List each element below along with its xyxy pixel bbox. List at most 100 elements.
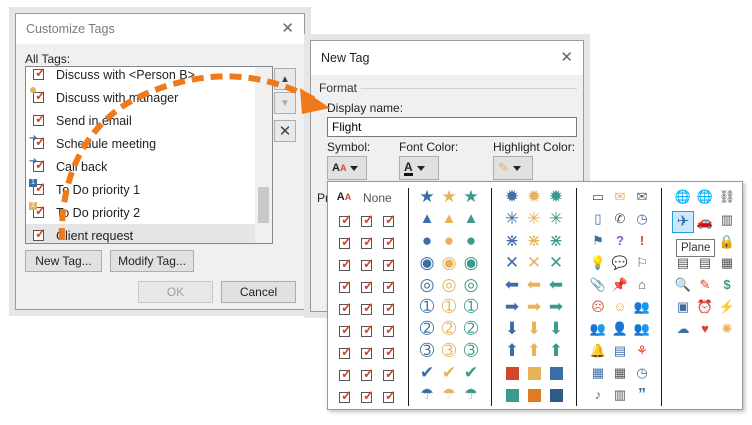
scrollbar-thumb[interactable]: [258, 187, 269, 223]
checkmark-icon[interactable]: ✔: [418, 364, 436, 382]
link-icon[interactable]: ⛓: [718, 188, 736, 206]
ring-icon[interactable]: ◉: [440, 254, 458, 272]
x-mark-icon[interactable]: ✕: [503, 254, 521, 272]
search-doc-icon[interactable]: 🔍: [674, 276, 692, 294]
number-1-icon[interactable]: ➀: [418, 298, 436, 316]
tag-item-priority-1[interactable]: ✓ 1 To Do priority 1: [26, 178, 256, 201]
number-2-icon[interactable]: ➁: [440, 320, 458, 338]
font-check-icon[interactable]: ✓: [379, 387, 397, 405]
flag-check-icon[interactable]: ✓: [335, 255, 353, 273]
ring-icon[interactable]: ◉: [418, 254, 436, 272]
number-2-icon[interactable]: ➁: [462, 320, 480, 338]
number-3-icon[interactable]: ➂: [462, 342, 480, 360]
number-2-icon[interactable]: ➁: [418, 320, 436, 338]
star-icon[interactable]: ★: [440, 188, 458, 206]
note-check-icon[interactable]: ✓: [335, 277, 353, 295]
triangle-icon[interactable]: ▲: [418, 210, 436, 228]
priority3-check-icon[interactable]: ✓: [335, 365, 353, 383]
person-alert-icon[interactable]: 👤: [611, 320, 629, 338]
spark-icon[interactable]: ✳: [547, 210, 565, 228]
check-icon[interactable]: ✓: [357, 211, 375, 229]
window-icon[interactable]: ▣: [674, 298, 692, 316]
pushpin-icon[interactable]: 📌: [611, 276, 629, 294]
number-1-icon[interactable]: ➀: [440, 298, 458, 316]
flag-icon[interactable]: ⚑: [589, 232, 607, 250]
music-note-icon[interactable]: ♪: [589, 386, 607, 404]
note-check-icon[interactable]: ✓: [357, 277, 375, 295]
house-icon[interactable]: ⌂: [633, 276, 651, 294]
tag-item-schedule-meeting[interactable]: ✓ ➔ Schedule meeting: [26, 132, 256, 155]
sunburst-icon[interactable]: ✹: [503, 188, 521, 206]
arrow-right-icon[interactable]: ➡: [503, 298, 521, 316]
arrow-left-icon[interactable]: ⬅: [525, 276, 543, 294]
star-check-icon[interactable]: ✓: [357, 233, 375, 251]
priority2-check-icon[interactable]: ✓: [335, 343, 353, 361]
font-symbol-icon[interactable]: AA: [335, 188, 353, 206]
arrow-right-icon[interactable]: ➡: [547, 298, 565, 316]
flag-check-icon[interactable]: ✓: [379, 255, 397, 273]
globe-icon[interactable]: 🌐: [674, 188, 692, 206]
question-icon[interactable]: ?: [611, 232, 629, 250]
film-icon[interactable]: ▥: [611, 386, 629, 404]
delete-tag-button[interactable]: ✕: [274, 120, 296, 142]
square-orange-icon[interactable]: [525, 386, 543, 404]
phone-clock-icon[interactable]: ◷: [633, 210, 651, 228]
new-tag-button[interactable]: New Tag...: [25, 250, 102, 272]
spark-icon[interactable]: ✳: [503, 210, 521, 228]
customize-close-icon[interactable]: ✕: [281, 21, 294, 36]
cross-arrows-icon[interactable]: ⋇: [503, 232, 521, 250]
people-icon[interactable]: 👥: [633, 298, 651, 316]
priority2-check-icon[interactable]: ✓: [357, 343, 375, 361]
number-1-icon[interactable]: ➀: [462, 298, 480, 316]
calendar-icon[interactable]: ▦: [589, 364, 607, 382]
globe-mail-icon[interactable]: 🌐: [696, 188, 714, 206]
circle-icon[interactable]: ●: [440, 232, 458, 250]
quote-icon[interactable]: ”: [633, 386, 651, 404]
priority1-check-icon[interactable]: ✓: [379, 321, 397, 339]
table-icon[interactable]: ▦: [611, 364, 629, 382]
arrow-left-icon[interactable]: ⬅: [503, 276, 521, 294]
check-icon[interactable]: ✓: [335, 211, 353, 229]
people-check-icon[interactable]: 👥: [589, 320, 607, 338]
sun-icon[interactable]: ✺: [718, 320, 736, 338]
star-icon[interactable]: ★: [418, 188, 436, 206]
phone-icon[interactable]: ✆: [611, 210, 629, 228]
arrow-up-icon[interactable]: ⬆: [503, 342, 521, 360]
star-check-icon[interactable]: ✓: [379, 233, 397, 251]
lightbulb-icon[interactable]: 💡: [589, 254, 607, 272]
tag-item-priority-2[interactable]: ✓ 2 To Do priority 2: [26, 201, 256, 224]
card-icon[interactable]: ▭: [589, 188, 607, 206]
square-gold-icon[interactable]: [525, 364, 543, 382]
checkmark-icon[interactable]: ✔: [440, 364, 458, 382]
spark-icon[interactable]: ✳: [525, 210, 543, 228]
tag-list[interactable]: ✓ Discuss with <Person B> ✓ Discuss with…: [25, 66, 273, 244]
mobile-icon[interactable]: ▯: [589, 210, 607, 228]
group-icon[interactable]: 👥: [633, 320, 651, 338]
tag-item-send-email[interactable]: ✓ Send in email: [26, 109, 256, 132]
sunburst-icon[interactable]: ✹: [525, 188, 543, 206]
rose-icon[interactable]: ⚘: [633, 342, 651, 360]
id-card-icon[interactable]: ▤: [611, 342, 629, 360]
ring-outline-icon[interactable]: ◎: [462, 276, 480, 294]
arrow-right-icon[interactable]: ➡: [525, 298, 543, 316]
move-up-button[interactable]: ▲: [274, 68, 296, 90]
number-3-icon[interactable]: ➂: [440, 342, 458, 360]
priority1-check-icon[interactable]: ✓: [357, 321, 375, 339]
font-check-icon[interactable]: ✓: [357, 387, 375, 405]
display-name-input[interactable]: [327, 117, 577, 137]
envelope-icon[interactable]: ✉: [611, 188, 629, 206]
clock-icon[interactable]: ◷: [633, 364, 651, 382]
paperclip-icon[interactable]: 📎: [589, 276, 607, 294]
tag-item-client-request[interactable]: ✓ Client request: [26, 224, 256, 243]
tag-item-call-back[interactable]: ✓ ➔ Call back: [26, 155, 256, 178]
tag-list-scrollbar[interactable]: [255, 67, 272, 243]
alarm-clock-icon[interactable]: ⏰: [696, 298, 714, 316]
arrow-left-icon[interactable]: ⬅: [547, 276, 565, 294]
umbrella-icon[interactable]: ☂: [462, 386, 480, 404]
bell-icon[interactable]: 🔔: [589, 342, 607, 360]
ring-icon[interactable]: ◉: [462, 254, 480, 272]
exclamation-icon[interactable]: !: [633, 232, 651, 250]
pushpin-flag-icon[interactable]: ⚐: [633, 254, 651, 272]
square-red-icon[interactable]: [503, 364, 521, 382]
priority2-check-icon[interactable]: ✓: [379, 343, 397, 361]
